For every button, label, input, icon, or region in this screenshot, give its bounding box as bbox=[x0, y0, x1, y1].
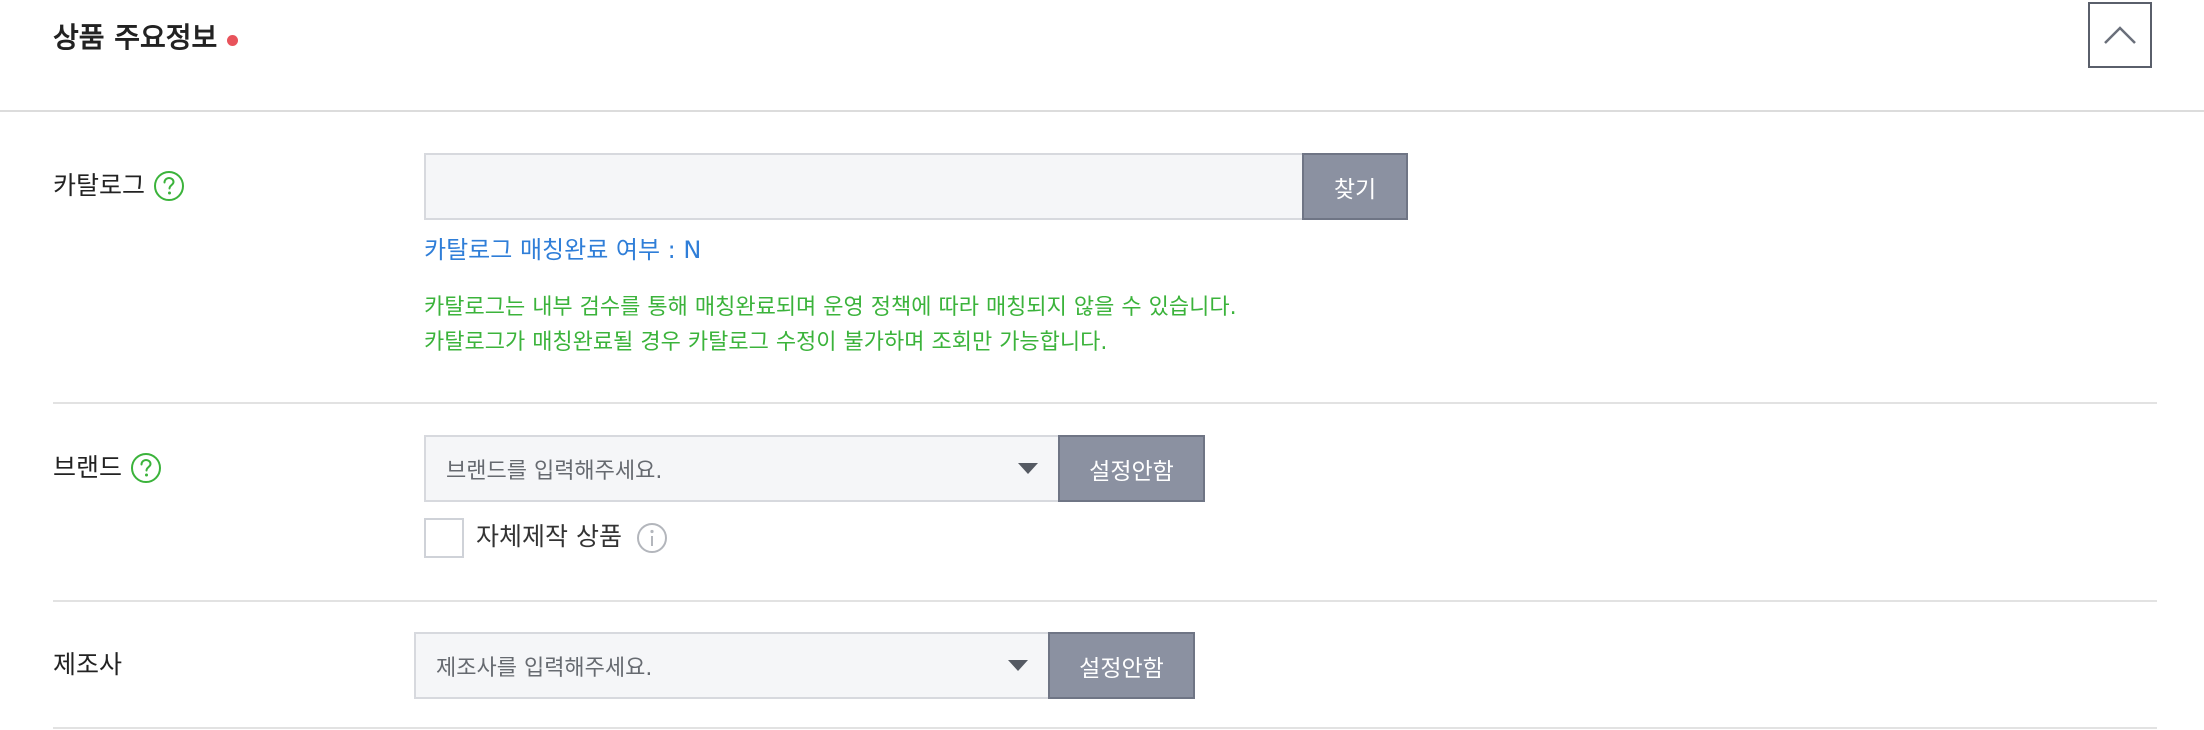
section-title: 상품 주요정보 bbox=[53, 14, 239, 62]
collapse-button[interactable] bbox=[2088, 2, 2152, 68]
chevron-down-icon bbox=[1008, 660, 1028, 671]
brand-no-setting-button-label: 설정안함 bbox=[1089, 458, 1174, 485]
brand-label-text: 브랜드 bbox=[53, 453, 123, 482]
row-divider bbox=[53, 402, 2157, 404]
header-divider bbox=[0, 110, 2204, 112]
section-title-text: 상품 주요정보 bbox=[53, 21, 218, 54]
manufacturer-no-setting-button-label: 설정안함 bbox=[1079, 655, 1164, 682]
brand-select[interactable]: 브랜드를 입력해주세요. bbox=[424, 435, 1060, 502]
manufacturer-label: 제조사 bbox=[53, 645, 122, 685]
catalog-label: 카탈로그 bbox=[53, 166, 185, 206]
brand-label: 브랜드 bbox=[53, 448, 162, 488]
chevron-up-icon bbox=[2104, 26, 2136, 44]
required-dot bbox=[227, 34, 239, 46]
catalog-notice-line-2: 카탈로그가 매칭완료될 경우 카탈로그 수정이 불가하며 조회만 가능합니다. bbox=[424, 330, 1108, 355]
catalog-search-input[interactable] bbox=[424, 153, 1304, 220]
manufacturer-no-setting-button[interactable]: 설정안함 bbox=[1048, 632, 1195, 699]
self-made-checkbox[interactable] bbox=[424, 518, 464, 558]
info-circle-icon[interactable] bbox=[636, 522, 668, 558]
manufacturer-select[interactable]: 제조사를 입력해주세요. bbox=[414, 632, 1050, 699]
question-circle-icon[interactable] bbox=[130, 452, 162, 484]
manufacturer-select-placeholder: 제조사를 입력해주세요. bbox=[436, 655, 653, 681]
manufacturer-label-text: 제조사 bbox=[53, 650, 123, 679]
question-circle-icon[interactable] bbox=[153, 170, 185, 202]
brand-select-placeholder: 브랜드를 입력해주세요. bbox=[446, 458, 663, 484]
catalog-notice-line-1: 카탈로그는 내부 검수를 통해 매칭완료되며 운영 정책에 따라 매칭되지 않을… bbox=[424, 295, 1237, 320]
row-divider bbox=[53, 727, 2157, 729]
self-made-label: 자체제작 상품 bbox=[476, 522, 622, 551]
row-divider bbox=[53, 600, 2157, 602]
brand-no-setting-button[interactable]: 설정안함 bbox=[1058, 435, 1205, 502]
catalog-search-button[interactable]: 찾기 bbox=[1302, 153, 1408, 220]
chevron-down-icon bbox=[1018, 463, 1038, 474]
catalog-match-status: 카탈로그 매칭완료 여부 : N bbox=[424, 236, 702, 264]
catalog-search-button-label: 찾기 bbox=[1333, 176, 1377, 203]
catalog-label-text: 카탈로그 bbox=[53, 171, 146, 200]
